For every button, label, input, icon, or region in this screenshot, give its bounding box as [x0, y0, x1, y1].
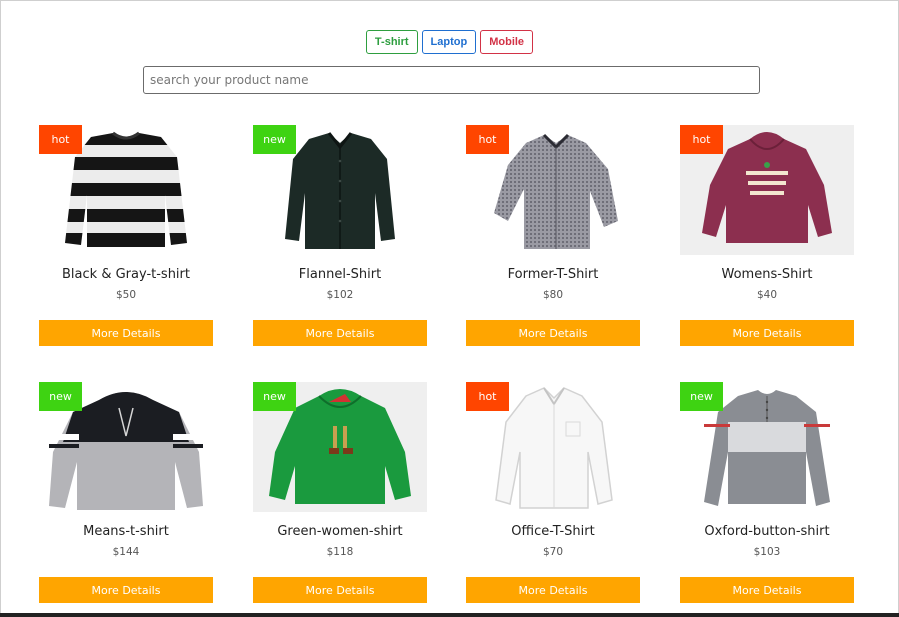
- product-price: $118: [326, 546, 354, 558]
- search-input[interactable]: [143, 66, 760, 94]
- more-details-button[interactable]: More Details: [39, 577, 213, 603]
- filter-mobile-button[interactable]: Mobile: [480, 30, 534, 54]
- product-card: hot Office-T-Shirt $70 More Details: [466, 382, 640, 604]
- badge-new: new: [253, 125, 296, 154]
- product-card: new Means-t-shirt $144 More Details: [39, 382, 213, 604]
- category-filters: T-shirt Laptop Mobile: [0, 30, 899, 54]
- product-price: $40: [756, 289, 778, 301]
- more-details-button[interactable]: More Details: [39, 320, 213, 346]
- more-details-button[interactable]: More Details: [253, 320, 427, 346]
- product-card: new Flannel-Shirt $102 More Details: [253, 125, 427, 347]
- more-details-button[interactable]: More Details: [466, 577, 640, 603]
- product-price: $50: [115, 289, 137, 301]
- product-name: Flannel-Shirt: [298, 267, 382, 282]
- badge-hot: hot: [466, 382, 509, 411]
- product-card: new Green-women-shirt $118 More Details: [253, 382, 427, 604]
- product-price: $80: [542, 289, 564, 301]
- product-name: Green-women-shirt: [277, 524, 403, 539]
- product-price: $102: [326, 289, 354, 301]
- badge-new: new: [253, 382, 296, 411]
- filter-tshirt-button[interactable]: T-shirt: [365, 30, 418, 54]
- product-card: hot Womens-Shirt $40 More Details: [680, 125, 854, 347]
- product-card: hot Former-T-Shirt $80 More Details: [466, 125, 640, 347]
- more-details-button[interactable]: More Details: [466, 320, 640, 346]
- product-name: Oxford-button-shirt: [704, 524, 830, 539]
- badge-new: new: [39, 382, 82, 411]
- product-card: new Oxford-button-shirt $103 More Detail…: [680, 382, 854, 604]
- product-name: Black & Gray-t-shirt: [62, 267, 190, 282]
- product-price: $70: [542, 546, 564, 558]
- more-details-button[interactable]: More Details: [680, 577, 854, 603]
- product-price: $144: [112, 546, 140, 558]
- product-price: $103: [753, 546, 781, 558]
- badge-new: new: [680, 382, 723, 411]
- more-details-button[interactable]: More Details: [680, 320, 854, 346]
- bottom-edge: [0, 613, 899, 617]
- badge-hot: hot: [466, 125, 509, 154]
- more-details-button[interactable]: More Details: [253, 577, 427, 603]
- product-name: Office-T-Shirt: [511, 524, 595, 539]
- badge-hot: hot: [39, 125, 82, 154]
- product-name: Means-t-shirt: [83, 524, 169, 539]
- badge-hot: hot: [680, 125, 723, 154]
- product-card: hot Black & Gray-t-shirt $50 More Detail…: [39, 125, 213, 347]
- filter-laptop-button[interactable]: Laptop: [421, 30, 477, 54]
- product-name: Former-T-Shirt: [507, 267, 599, 282]
- product-name: Womens-Shirt: [721, 267, 813, 282]
